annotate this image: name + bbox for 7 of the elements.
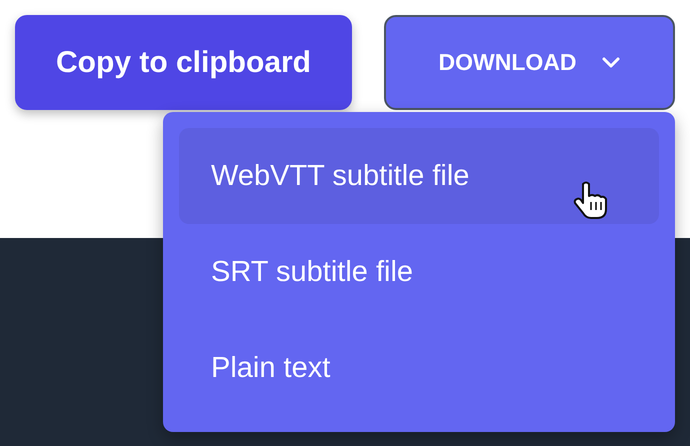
chevron-icon (602, 56, 620, 68)
download-button[interactable]: DOWNLOAD (384, 15, 675, 110)
menu-item[interactable]: Plain text (179, 320, 659, 416)
hand-pointer-icon (571, 180, 609, 220)
copy-button[interactable]: Copy to clipboard (15, 15, 352, 110)
menu-item[interactable]: SRT subtitle file (179, 224, 659, 320)
menu-item[interactable]: WebVTT subtitle file (179, 128, 659, 224)
